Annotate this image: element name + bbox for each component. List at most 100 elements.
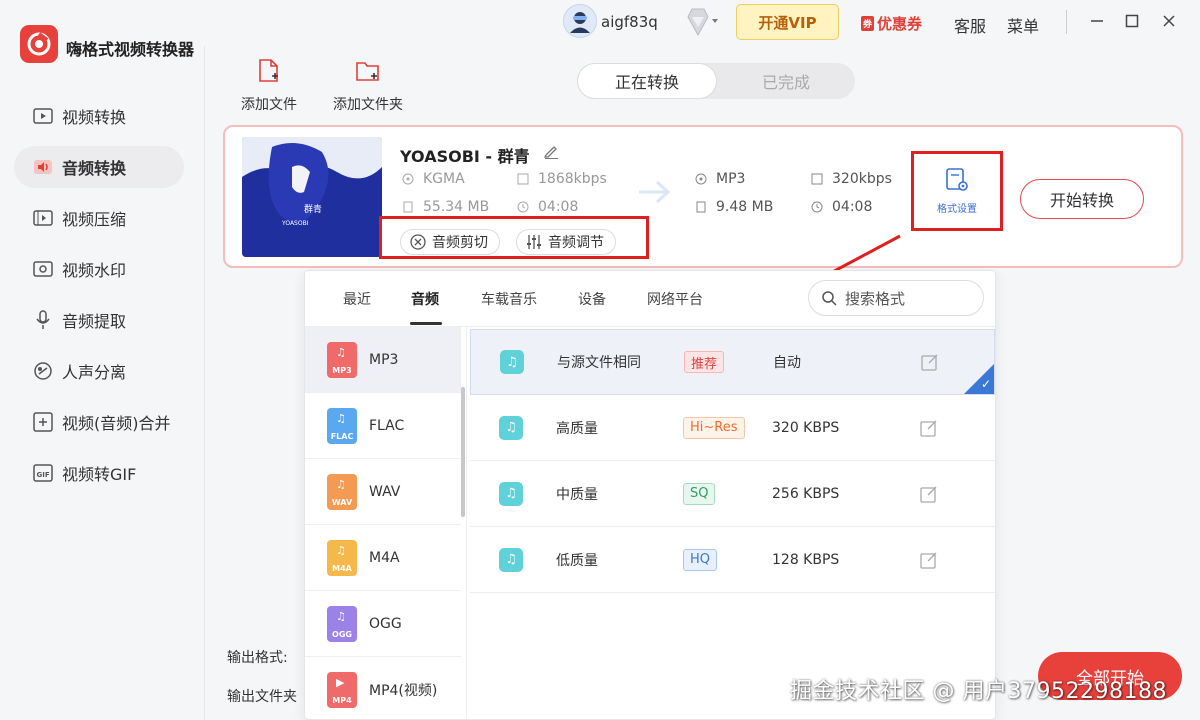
tab-recent[interactable]: 最近	[343, 289, 371, 309]
edit-icon[interactable]	[920, 551, 938, 569]
sidebar-item-audio-convert[interactable]: 音频转换	[14, 146, 184, 188]
minimize-icon[interactable]	[1086, 10, 1108, 32]
microphone-icon	[32, 309, 54, 331]
target-size: 9.48 MB	[695, 199, 773, 215]
format-settings-label: 格式设置	[937, 204, 977, 215]
tab-audio[interactable]: 音频	[411, 289, 439, 309]
tab-converting[interactable]: 正在转换	[577, 63, 717, 99]
title-bar: 嗨格式视频转换器 aigf83q 开通VIP 券 优惠券 客服 菜单	[0, 0, 1200, 63]
sidebar-item-label: 视频(音频)合并	[62, 414, 171, 433]
tab-device[interactable]: 设备	[578, 289, 606, 309]
format-item-m4a[interactable]: ♫ M4A M4A	[305, 525, 461, 591]
sidebar-item-video-compress[interactable]: 视频压缩	[14, 197, 184, 239]
format-item-wav[interactable]: ♫ WAV WAV	[305, 459, 461, 525]
quality-name: 低质量	[556, 552, 598, 569]
file-size-icon	[695, 201, 707, 213]
source-size-value: 55.34 MB	[423, 199, 490, 215]
quality-row-low[interactable]: ♫ 低质量 HQ 128 KBPS	[470, 527, 995, 593]
sidebar-item-label: 音频提取	[62, 312, 127, 331]
target-duration: 04:08	[811, 199, 872, 215]
mp4-file-icon: ▶ MP4	[327, 671, 357, 708]
app-title: 嗨格式视频转换器	[66, 40, 195, 59]
format-name: FLAC	[369, 417, 405, 434]
target-format-value: MP3	[716, 171, 746, 187]
coupon-label: 优惠券	[877, 15, 923, 33]
member-badge-icon[interactable]	[678, 7, 722, 41]
quality-value: 自动	[773, 355, 801, 371]
format-tabs: 最近 音频 车载音乐 设备 网络平台 搜索格式	[305, 271, 995, 327]
add-file-button[interactable]: 添加文件	[224, 58, 314, 114]
search-placeholder: 搜索格式	[845, 289, 906, 308]
sidebar-item-label: 人声分离	[62, 363, 127, 382]
format-search-input[interactable]: 搜索格式	[808, 280, 984, 316]
merge-icon	[32, 411, 54, 433]
resolution-icon	[811, 173, 823, 185]
menu-button[interactable]: 菜单	[1007, 13, 1039, 37]
format-item-ogg[interactable]: ♫ OGG OGG	[305, 591, 461, 657]
format-list: ♫ MP3 MP3 ♫ FLAC FLAC ♫ WAV WAV ♫ M4A M4A ♫ O…	[305, 327, 467, 719]
quality-name: 中质量	[556, 486, 598, 503]
format-settings-button[interactable]: 格式设置	[911, 151, 1003, 231]
sidebar-item-label: 音频转换	[62, 159, 127, 178]
quality-row-medium[interactable]: ♫ 中质量 SQ 256 KBPS	[470, 461, 995, 527]
source-size: 55.34 MB	[402, 199, 489, 215]
close-icon[interactable]	[1158, 10, 1180, 32]
format-name: MP3	[369, 351, 399, 368]
sidebar-item-audio-extract[interactable]: 音频提取	[14, 299, 184, 341]
sidebar-item-label: 视频转换	[62, 108, 127, 127]
tab-car-music[interactable]: 车载音乐	[481, 289, 537, 309]
target-bitrate: 320kbps	[811, 171, 892, 187]
maximize-icon[interactable]	[1121, 10, 1143, 32]
format-name: M4A	[369, 549, 400, 566]
format-item-flac[interactable]: ♫ FLAC FLAC	[305, 393, 461, 459]
sidebar-item-merge[interactable]: 视频(音频)合并	[14, 401, 184, 443]
sidebar-item-gif[interactable]: GIF 视频转GIF	[14, 452, 184, 494]
file-size-icon	[402, 201, 414, 213]
sidebar-item-video-convert[interactable]: 视频转换	[14, 95, 184, 137]
edit-icon[interactable]	[921, 353, 939, 371]
active-tab-indicator	[410, 322, 442, 325]
add-folder-button[interactable]: 添加文件夹	[323, 58, 413, 114]
add-folder-label: 添加文件夹	[333, 97, 403, 113]
edit-icon[interactable]	[920, 485, 938, 503]
format-name: OGG	[369, 615, 402, 632]
format-list-scrollbar[interactable]	[461, 387, 465, 517]
target-format: MP3	[695, 171, 745, 187]
tab-completed[interactable]: 已完成	[717, 63, 855, 99]
resolution-icon	[517, 173, 529, 185]
username[interactable]: aigf83q	[601, 13, 658, 31]
music-note-icon: ♫	[499, 547, 523, 572]
start-convert-button[interactable]: 开始转换	[1020, 179, 1144, 219]
watermark-icon	[32, 258, 54, 280]
source-format: KGMA	[402, 171, 465, 187]
voice-separate-icon	[32, 360, 54, 382]
quality-tag: Hi~Res	[683, 416, 745, 439]
check-icon: ✓	[980, 377, 991, 391]
status-tabs: 正在转换 已完成	[577, 63, 855, 99]
gif-icon: GIF	[32, 462, 54, 484]
service-button[interactable]: 客服	[954, 13, 986, 37]
quality-row-high[interactable]: ♫ 高质量 Hi~Res 320 KBPS	[470, 395, 995, 461]
coupon-button[interactable]: 券 优惠券	[861, 13, 922, 34]
format-item-mp4[interactable]: ▶ MP4 MP4(视频)	[305, 657, 461, 719]
sidebar-item-voice-separate[interactable]: 人声分离	[14, 350, 184, 392]
quality-value: 256 KBPS	[772, 485, 840, 502]
add-file-icon	[224, 58, 314, 88]
highlight-box	[379, 216, 649, 259]
video-compress-icon	[32, 207, 54, 229]
avatar[interactable]	[563, 4, 597, 38]
add-folder-icon	[323, 58, 413, 88]
svg-text:GIF: GIF	[37, 471, 50, 479]
tab-network-platform[interactable]: 网络平台	[647, 289, 703, 309]
cover-title: 群青	[304, 203, 322, 215]
window-divider	[1066, 10, 1067, 34]
edit-name-icon[interactable]	[543, 143, 559, 163]
quality-row-same-as-source[interactable]: ♫ 与源文件相同 推荐 自动 ✓	[470, 329, 995, 395]
format-item-mp3[interactable]: ♫ MP3 MP3	[305, 327, 461, 393]
output-format-label: 输出格式:	[227, 650, 288, 666]
vip-button[interactable]: 开通VIP	[736, 4, 839, 40]
edit-icon[interactable]	[920, 419, 938, 437]
sidebar-item-video-watermark[interactable]: 视频水印	[14, 248, 184, 290]
mp3-file-icon: ♫ MP3	[327, 341, 357, 378]
source-bitrate: 1868kbps	[517, 171, 607, 187]
